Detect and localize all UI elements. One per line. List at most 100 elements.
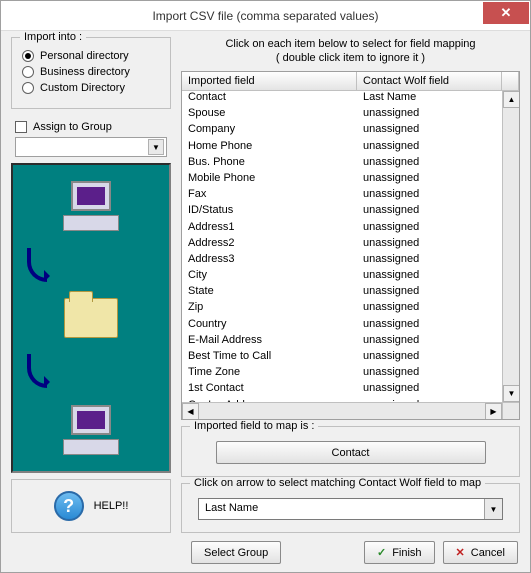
help-icon: ? <box>54 491 84 521</box>
radio-label: Custom Directory <box>40 82 125 94</box>
list-item[interactable]: Countryunassigned <box>182 318 502 334</box>
radio-icon <box>22 66 34 78</box>
col-imported-field[interactable]: Imported field <box>182 72 357 90</box>
arrow-down-icon <box>27 248 47 282</box>
cell-imported: State <box>182 285 357 301</box>
cell-imported: City <box>182 269 357 285</box>
help-button[interactable]: ? HELP!! <box>11 479 171 533</box>
list-item[interactable]: E-Mail Addressunassigned <box>182 334 502 350</box>
horizontal-scrollbar[interactable]: ◀ ▶ <box>182 402 502 419</box>
map-legend: Imported field to map is : <box>190 420 318 432</box>
cell-contactwolf: unassigned <box>357 107 502 123</box>
chevron-down-icon: ▼ <box>148 139 164 155</box>
cell-contactwolf: unassigned <box>357 334 502 350</box>
import-into-radio-custom-directory[interactable]: Custom Directory <box>22 82 160 94</box>
titlebar: Import CSV file (comma separated values)… <box>1 1 530 31</box>
cell-contactwolf: Last Name <box>357 91 502 107</box>
cell-imported: ID/Status <box>182 204 357 220</box>
contact-wolf-field-combo[interactable]: Last Name ▼ <box>198 498 503 520</box>
contact-wolf-field-value: Last Name <box>199 499 484 519</box>
list-item[interactable]: Address3unassigned <box>182 253 502 269</box>
cell-contactwolf: unassigned <box>357 140 502 156</box>
cell-imported: Spouse <box>182 107 357 123</box>
list-item[interactable]: Companyunassigned <box>182 123 502 139</box>
hint-text: Click on each item below to select for f… <box>181 37 520 65</box>
cell-contactwolf: unassigned <box>357 156 502 172</box>
list-item[interactable]: Best Time to Callunassigned <box>182 350 502 366</box>
cancel-button[interactable]: ✕ Cancel <box>443 541 518 564</box>
cell-contactwolf: unassigned <box>357 221 502 237</box>
list-item[interactable]: ContactLast Name <box>182 91 502 107</box>
bottom-bar: Select Group ✓ Finish ✕ Cancel <box>11 537 520 564</box>
col-scroll-spacer <box>502 72 519 90</box>
finish-label: Finish <box>392 547 421 559</box>
list-item[interactable]: Time Zoneunassigned <box>182 366 502 382</box>
cell-imported: E-Mail Address <box>182 334 357 350</box>
cell-imported: 1st Contact <box>182 382 357 398</box>
import-into-group: Import into : Personal directoryBusiness… <box>11 37 171 109</box>
cell-imported: Fax <box>182 188 357 204</box>
list-item[interactable]: 1st Contactunassigned <box>182 382 502 398</box>
scroll-left-icon[interactable]: ◀ <box>182 403 199 419</box>
scroll-right-icon[interactable]: ▶ <box>485 403 502 419</box>
cell-imported: Time Zone <box>182 366 357 382</box>
computer-icon <box>63 181 119 231</box>
match-legend: Click on arrow to select matching Contac… <box>190 477 485 489</box>
cell-imported: Home Phone <box>182 140 357 156</box>
list-item[interactable]: Mobile Phoneunassigned <box>182 172 502 188</box>
matching-field-group: Click on arrow to select matching Contac… <box>181 483 520 533</box>
list-item[interactable]: Spouseunassigned <box>182 107 502 123</box>
cell-imported: Address3 <box>182 253 357 269</box>
cell-contactwolf: unassigned <box>357 301 502 317</box>
cell-imported: Mobile Phone <box>182 172 357 188</box>
import-into-radio-business-directory[interactable]: Business directory <box>22 66 160 78</box>
list-item[interactable]: Stateunassigned <box>182 285 502 301</box>
cell-imported: Address1 <box>182 221 357 237</box>
list-item[interactable]: Cityunassigned <box>182 269 502 285</box>
import-into-radio-personal-directory[interactable]: Personal directory <box>22 50 160 62</box>
finish-button[interactable]: ✓ Finish <box>364 541 435 564</box>
imported-field-to-map-group: Imported field to map is : Contact <box>181 426 520 477</box>
scroll-corner <box>502 402 519 419</box>
cell-contactwolf: unassigned <box>357 382 502 398</box>
assign-group-combo[interactable]: ▼ <box>15 137 167 157</box>
list-item[interactable]: Home Phoneunassigned <box>182 140 502 156</box>
arrow-down-icon <box>27 354 47 388</box>
cell-imported: Company <box>182 123 357 139</box>
scroll-up-icon[interactable]: ▲ <box>503 91 519 108</box>
import-csv-window: Import CSV file (comma separated values)… <box>0 0 531 573</box>
radio-label: Business directory <box>40 66 130 78</box>
select-group-button[interactable]: Select Group <box>191 541 281 564</box>
current-imported-field-button[interactable]: Contact <box>216 441 486 464</box>
list-item[interactable]: ID/Statusunassigned <box>182 204 502 220</box>
col-contact-wolf-field[interactable]: Contact Wolf field <box>357 72 502 90</box>
list-header: Imported field Contact Wolf field <box>182 72 519 91</box>
cell-contactwolf: unassigned <box>357 123 502 139</box>
list-item[interactable]: Address1unassigned <box>182 221 502 237</box>
list-item[interactable]: Faxunassigned <box>182 188 502 204</box>
field-mapping-list[interactable]: Imported field Contact Wolf field Contac… <box>181 71 520 420</box>
assign-to-group-checkbox[interactable]: Assign to Group <box>15 121 167 133</box>
checkbox-icon <box>15 121 27 133</box>
cancel-label: Cancel <box>471 547 505 559</box>
scroll-down-icon[interactable]: ▼ <box>503 385 519 402</box>
cell-contactwolf: unassigned <box>357 269 502 285</box>
window-title: Import CSV file (comma separated values) <box>1 9 530 23</box>
import-into-legend: Import into : <box>20 31 86 43</box>
cell-contactwolf: unassigned <box>357 350 502 366</box>
close-button[interactable]: ✕ <box>483 2 529 24</box>
cell-imported: Zip <box>182 301 357 317</box>
cell-contactwolf: unassigned <box>357 285 502 301</box>
hint-line-2: ( double click item to ignore it ) <box>181 51 520 65</box>
vertical-scrollbar[interactable]: ▲ ▼ <box>502 91 519 402</box>
list-item[interactable]: Zipunassigned <box>182 301 502 317</box>
check-icon: ✓ <box>377 546 386 559</box>
computer-icon <box>63 405 119 455</box>
list-item[interactable]: Bus. Phoneunassigned <box>182 156 502 172</box>
radio-label: Personal directory <box>40 50 129 62</box>
list-item[interactable]: Address2unassigned <box>182 237 502 253</box>
illustration-panel <box>11 163 171 473</box>
cell-contactwolf: unassigned <box>357 318 502 334</box>
chevron-down-icon[interactable]: ▼ <box>484 499 502 519</box>
x-icon: ✕ <box>456 546 465 559</box>
